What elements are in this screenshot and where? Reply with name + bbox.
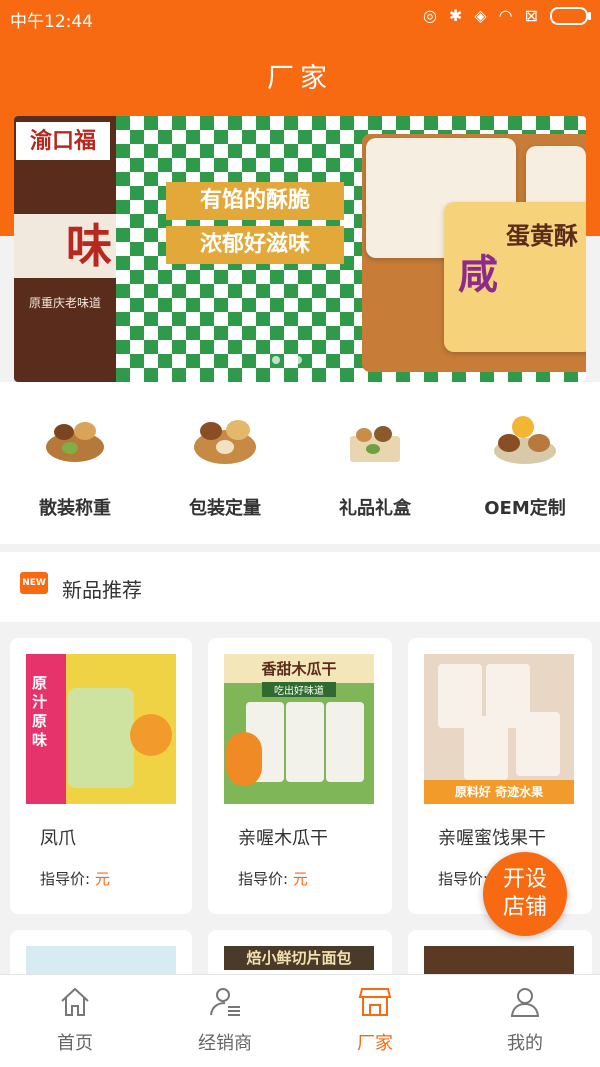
- banner-big-text: 味: [14, 214, 118, 278]
- vibrate-icon: ◈: [474, 6, 487, 25]
- banner-side-panel: 渝口福 味 原重庆老味道: [14, 116, 118, 382]
- open-store-button[interactable]: 开设 店铺: [483, 852, 567, 936]
- app-header: 厂家: [0, 34, 600, 116]
- status-time: 中午12:44: [10, 12, 93, 32]
- product-image-text: 原料好 奇迹水果: [424, 780, 574, 804]
- sim-icon: ⊠: [524, 6, 538, 25]
- store-icon: [358, 988, 392, 1016]
- tab-label: 我的: [507, 1033, 543, 1054]
- category-packaged[interactable]: 包装定量: [150, 396, 300, 536]
- tab-manufacturer[interactable]: 厂家: [300, 975, 450, 1067]
- gift-box-icon: [340, 414, 410, 468]
- banner-tag-1: 有馅的酥脆: [166, 182, 344, 220]
- category-bulk[interactable]: 散装称重: [0, 396, 150, 536]
- tab-label: 经销商: [198, 1033, 252, 1054]
- category-label: 礼品礼盒: [339, 498, 411, 519]
- product-image-text: 原汁原味: [32, 674, 48, 749]
- status-icons: ◎ ✱ ◈ ◠ ⊠: [422, 6, 591, 25]
- category-row: 散装称重 包装定量 礼品礼盒 OEM定制: [0, 396, 600, 536]
- nuts-mix-icon: [40, 414, 110, 468]
- tab-label: 首页: [57, 1033, 93, 1054]
- price-label: 指导价:: [40, 870, 91, 888]
- product-name: 亲喔蜜饯果干: [438, 828, 546, 849]
- tab-mine[interactable]: 我的: [450, 975, 600, 1067]
- bottom-tab-bar: 首页 经销商 厂家 我的: [0, 974, 600, 1067]
- banner-tag-2: 浓郁好滋味: [166, 226, 344, 264]
- price-label: 指导价:: [238, 870, 289, 888]
- new-badge-icon: NEW: [20, 572, 48, 594]
- category-label: 包装定量: [189, 498, 261, 519]
- category-label: 散装称重: [39, 498, 111, 519]
- banner-sub-text: 原重庆老味道: [28, 296, 101, 310]
- alarm-icon: ◎: [422, 6, 437, 25]
- category-gift[interactable]: 礼品礼盒: [300, 396, 450, 536]
- pack-name: 蛋黄酥: [506, 222, 578, 250]
- promo-banner[interactable]: 渝口福 味 原重庆老味道 有馅的酥脆 浓郁好滋味 咸 蛋黄酥: [14, 116, 586, 382]
- wifi-icon: ◠: [498, 6, 513, 25]
- page-title: 厂家: [267, 63, 333, 94]
- tab-home[interactable]: 首页: [0, 975, 150, 1067]
- category-oem[interactable]: OEM定制: [450, 396, 600, 536]
- banner-pack-2: 咸 蛋黄酥: [444, 202, 586, 352]
- tab-distributor[interactable]: 经销商: [150, 975, 300, 1067]
- battery-icon: [550, 6, 591, 25]
- price-unit: 元: [94, 870, 110, 888]
- nuts-bowl-icon: [190, 414, 260, 468]
- price-unit: 元: [292, 870, 308, 888]
- banner-dot-1[interactable]: [272, 356, 280, 364]
- product-card[interactable]: 香甜木瓜干 吃出好味道 亲喔木瓜干 指导价: 元: [208, 638, 392, 914]
- product-price: 指导价: 元: [40, 868, 110, 889]
- distributor-icon: [210, 988, 240, 1016]
- fab-line2: 店铺: [502, 895, 547, 920]
- nuts-plate-icon: [490, 414, 560, 468]
- bluetooth-icon: ✱: [448, 6, 463, 25]
- tab-label: 厂家: [357, 1033, 393, 1054]
- section-header: NEW 新品推荐: [0, 552, 600, 622]
- product-card[interactable]: 原汁原味 凤爪 指导价: 元: [10, 638, 192, 914]
- product-image: 香甜木瓜干 吃出好味道: [224, 654, 374, 804]
- product-image-text: 焙小鲜切片面包: [224, 946, 374, 970]
- price-label: 指导价:: [438, 870, 489, 888]
- product-price: 指导价: 元: [238, 868, 308, 889]
- product-image: 原汁原味: [26, 654, 176, 804]
- product-name: 亲喔木瓜干: [238, 828, 328, 849]
- banner-dot-2[interactable]: [294, 356, 302, 364]
- fab-line1: 开设: [502, 867, 547, 892]
- user-icon: [510, 988, 540, 1017]
- product-image-subtext: 吃出好味道: [262, 682, 336, 697]
- brand-logo: 渝口福: [16, 122, 110, 160]
- status-bar: 中午12:44 ◎ ✱ ◈ ◠ ⊠: [0, 0, 600, 34]
- category-label: OEM定制: [484, 498, 566, 519]
- home-icon: [61, 987, 89, 1016]
- product-image-text: 香甜木瓜干: [224, 654, 374, 683]
- product-name: 凤爪: [40, 828, 76, 849]
- pack-char: 咸: [458, 252, 498, 298]
- product-image: 原料好 奇迹水果: [424, 654, 574, 804]
- section-title: 新品推荐: [62, 578, 142, 602]
